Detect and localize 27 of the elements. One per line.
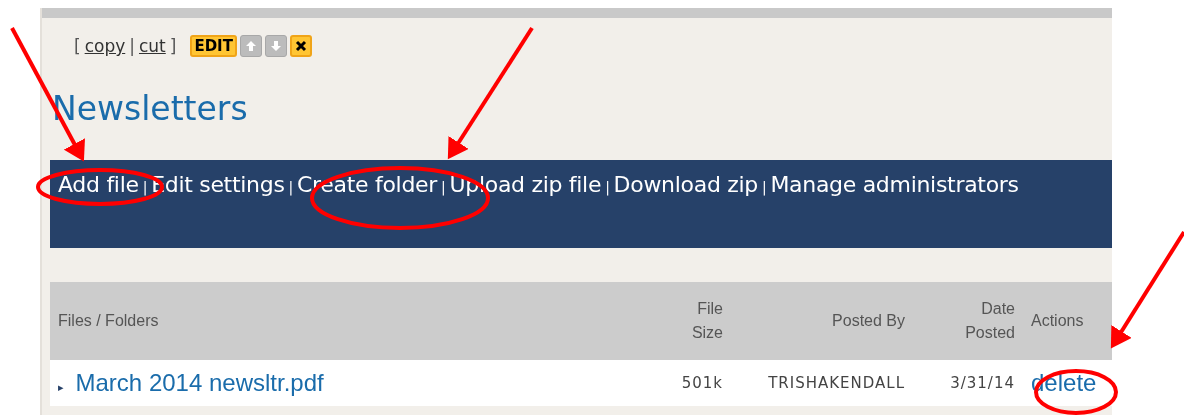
column-header: Date Posted	[965, 300, 1015, 341]
close-icon	[293, 39, 308, 53]
posted-by: TRISHAKENDALL	[768, 374, 905, 392]
file-size: 501k	[681, 374, 723, 392]
bracket-text: [	[74, 36, 81, 56]
page-title: Newsletters	[52, 88, 249, 130]
date-posted: 3/31/14	[950, 374, 1015, 392]
column-header: Files / Folders	[58, 312, 159, 329]
separator-text: |	[288, 178, 293, 198]
edit-button[interactable]: EDIT	[190, 35, 237, 57]
bracket-text: ]	[169, 36, 177, 56]
close-button[interactable]	[289, 35, 312, 57]
column-header: Actions	[1031, 312, 1084, 329]
separator-text: |	[142, 178, 148, 198]
separator-text: |	[129, 36, 135, 56]
action-link[interactable]: Add file	[58, 166, 139, 204]
action-link[interactable]: Download zip	[613, 166, 758, 204]
separator-text: |	[441, 178, 446, 198]
bullet-text: ▸	[58, 381, 64, 394]
toolbar-link[interactable]: copy	[84, 36, 126, 56]
toolbar-link[interactable]: cut	[139, 36, 166, 56]
column-header: Posted By	[832, 312, 905, 329]
file-link[interactable]: March 2014 newsltr.pdf	[75, 369, 324, 396]
column-header: File Size	[691, 300, 723, 341]
action-link[interactable]: Manage administrators	[770, 166, 1019, 204]
separator-text: |	[605, 178, 610, 198]
separator-text: |	[761, 178, 767, 198]
